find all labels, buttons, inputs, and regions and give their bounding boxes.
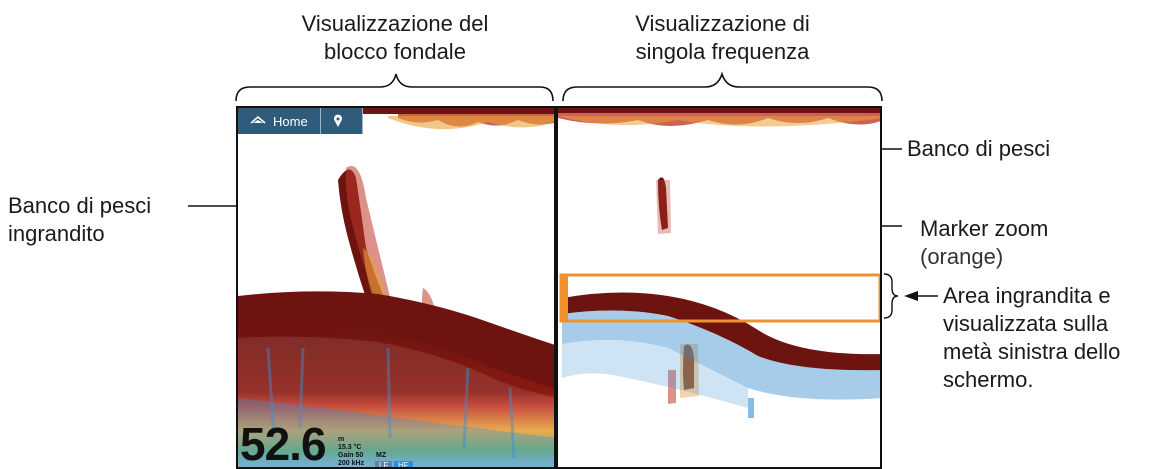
hf-button[interactable]: HF (394, 461, 413, 467)
enlarged-school-label: Banco di pesci ingrandito (8, 192, 151, 248)
home-icon (250, 115, 266, 124)
single-frequency-view[interactable] (556, 106, 882, 469)
zoom-area-brace (883, 273, 899, 319)
callout-line: Banco di pesci (8, 193, 152, 218)
callout-line: (orange) (920, 244, 1004, 269)
callout-line: metà sinistra dello (943, 339, 1121, 364)
home-label: Home (273, 113, 308, 129)
frequency-readout: 200 kHz (338, 460, 365, 467)
callout-line: visualizzata sulla (943, 311, 1109, 336)
left-echogram (238, 108, 554, 467)
callout-line: ingrandito (8, 221, 105, 246)
callout-line: Marker zoom (920, 216, 1049, 241)
location-button[interactable] (321, 108, 363, 134)
bottom-lock-view[interactable]: Home 52.6 m 15.3 °C Gain 50 200 kHz MZ L… (236, 106, 556, 469)
zoom-area-label: Area ingrandita e visualizzata sulla met… (943, 282, 1120, 394)
top-toolbar: Home (238, 108, 363, 134)
right-brace (562, 71, 883, 102)
left-brace (235, 73, 554, 102)
gain-readout: Gain 50 (338, 452, 364, 459)
lf-button[interactable]: LF (375, 461, 393, 467)
mode-readout: MZ (376, 452, 387, 459)
right-echogram (558, 108, 880, 418)
home-button[interactable]: Home (238, 108, 321, 134)
callout-line: schermo. (943, 367, 1034, 392)
callout-line: Area ingrandita e (943, 283, 1111, 308)
depth-readout: 52.6 (240, 418, 327, 469)
school-label: Banco di pesci (907, 136, 1051, 161)
location-pin-icon (333, 114, 342, 127)
zoom-marker-label: Marker zoom (orange) (920, 215, 1048, 271)
depth-unit: m (338, 436, 345, 443)
temperature-readout: 15.3 °C (338, 444, 362, 451)
